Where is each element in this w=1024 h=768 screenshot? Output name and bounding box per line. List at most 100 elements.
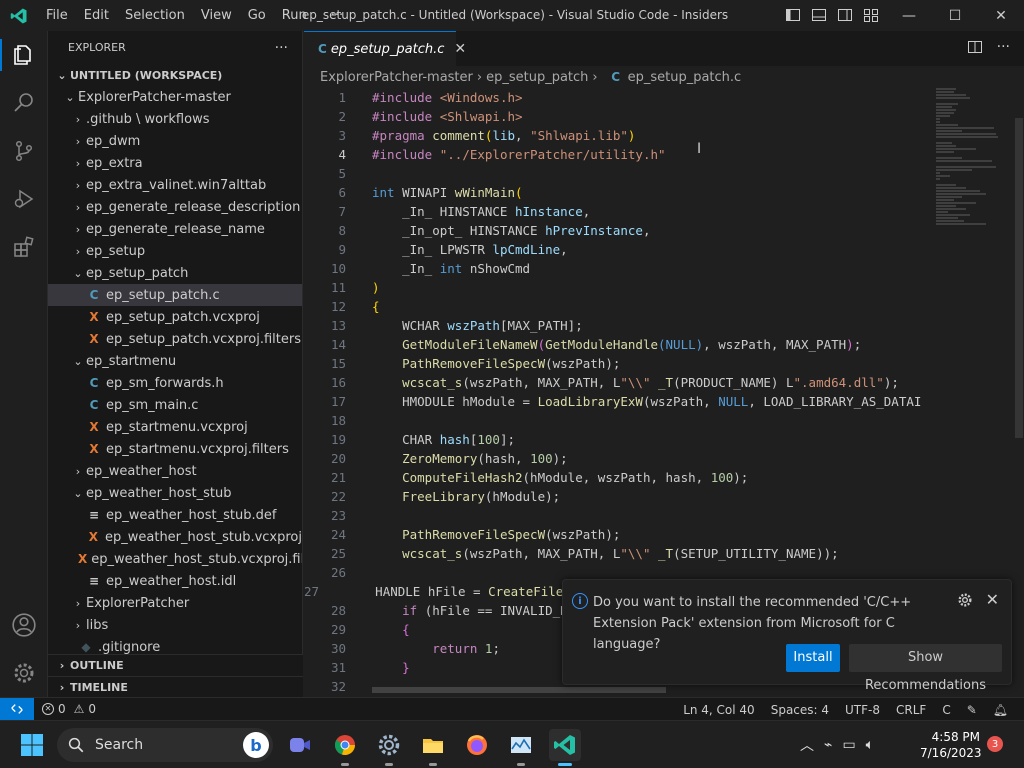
tree-item-label: ep_setup_patch.vcxproj.filters [106, 331, 301, 347]
close-notification-icon[interactable]: ✕ [986, 590, 999, 609]
breadcrumb: ExplorerPatcher-master › ep_setup_patch … [304, 66, 1024, 88]
end-of-line[interactable]: CRLF [888, 703, 934, 717]
toggle-panel-icon[interactable] [810, 6, 828, 24]
tree-item[interactable]: › ep_generate_release_description [48, 196, 302, 218]
search-icon[interactable] [0, 79, 48, 127]
minimap[interactable] [936, 88, 1012, 238]
more-actions-icon[interactable]: ··· [997, 39, 1010, 59]
install-button[interactable]: Install [786, 644, 840, 672]
menu-item-file[interactable]: File [38, 0, 76, 31]
window-controls: — ☐ ✕ [886, 0, 1024, 31]
show-recommendations-button[interactable]: Show Recommendations [849, 644, 1002, 693]
tree-item[interactable]: › ep_weather_host [48, 460, 302, 482]
bing-icon[interactable]: b [243, 732, 269, 758]
menu-item-selection[interactable]: Selection [117, 0, 193, 31]
menu-item-edit[interactable]: Edit [76, 0, 117, 31]
chrome-icon[interactable] [329, 729, 361, 766]
menu-item-go[interactable]: Go [240, 0, 274, 31]
tab-ep-setup-patch[interactable]: C ep_setup_patch.c ✕ [304, 31, 466, 66]
volume-icon[interactable]: 🔈︎ [866, 737, 874, 753]
tree-item[interactable]: › ExplorerPatcher [48, 592, 302, 614]
tree-item[interactable]: › ep_generate_release_name [48, 218, 302, 240]
code-line: 24 PathRemoveFileSpecW(wszPath); [330, 527, 621, 542]
vscode-insiders-taskbar-icon[interactable] [549, 729, 581, 766]
minimap-line [936, 151, 954, 153]
tree-item[interactable]: Xep_startmenu.vcxproj.filters [48, 438, 302, 460]
split-editor-icon[interactable] [967, 39, 983, 59]
firefox-icon[interactable] [461, 729, 493, 761]
tree-item[interactable]: › .github \ workflows [48, 108, 302, 130]
git-file-icon: ◆ [81, 640, 91, 654]
feedback-icon[interactable]: ✎ [959, 703, 985, 717]
breadcrumb-subfolder[interactable]: ep_setup_patch [486, 70, 588, 85]
tree-item[interactable]: ⌄ ep_weather_host_stub [48, 482, 302, 504]
tree-item[interactable]: ≡ ep_weather_host_stub.def [48, 504, 302, 526]
close-icon[interactable]: ✕ [978, 0, 1024, 31]
settings-icon[interactable] [373, 729, 405, 766]
tree-item[interactable]: ⌄ ep_startmenu [48, 350, 302, 372]
toggle-primary-sidebar-icon[interactable] [784, 6, 802, 24]
tree-item[interactable]: › ep_setup [48, 240, 302, 262]
text-file-icon: ≡ [88, 508, 100, 522]
tree-item[interactable]: ≡ ep_weather_host.idl [48, 570, 302, 592]
minimap-line [936, 160, 992, 162]
horizontal-scrollbar[interactable] [372, 687, 666, 693]
tree-item[interactable]: Cep_sm_forwards.h [48, 372, 302, 394]
gear-icon[interactable] [957, 592, 973, 612]
tree-item[interactable]: › ep_dwm [48, 130, 302, 152]
more-actions-icon[interactable]: ··· [275, 40, 288, 56]
customize-layout-icon[interactable] [862, 6, 880, 24]
encoding[interactable]: UTF-8 [837, 703, 888, 717]
cursor-position[interactable]: Ln 4, Col 40 [675, 703, 763, 717]
task-manager-icon[interactable] [505, 729, 537, 766]
scrollbar-thumb[interactable] [1015, 118, 1023, 438]
vertical-scrollbar[interactable] [1014, 88, 1024, 688]
explorer-icon[interactable] [0, 31, 48, 79]
breadcrumb-folder[interactable]: ExplorerPatcher-master [320, 70, 473, 85]
tree-item-label: ep_dwm [86, 133, 141, 149]
toggle-secondary-sidebar-icon[interactable] [836, 6, 854, 24]
tree-item[interactable]: Cep_setup_patch.c [48, 284, 302, 306]
chevron-up-icon[interactable]: ︿ [800, 735, 814, 755]
outline-section[interactable]: › OUTLINE [48, 654, 303, 676]
network-offline-icon[interactable]: ⌁ [824, 737, 832, 753]
tree-item[interactable]: Xep_setup_patch.vcxproj [48, 306, 302, 328]
tree-item[interactable]: › ep_extra [48, 152, 302, 174]
tree-item[interactable]: Cep_sm_main.c [48, 394, 302, 416]
file-explorer-icon[interactable] [417, 729, 449, 766]
run-debug-icon[interactable] [0, 175, 48, 223]
notification-badge[interactable]: 3 [987, 736, 1003, 752]
taskbar-clock[interactable]: 4:58 PM 7/16/2023 [920, 729, 982, 761]
source-control-icon[interactable] [0, 127, 48, 175]
timeline-section[interactable]: › TIMELINE [48, 676, 303, 698]
tree-item[interactable]: Xep_setup_patch.vcxproj.filters [48, 328, 302, 350]
language-mode[interactable]: C [934, 703, 958, 717]
minimap-line [936, 172, 940, 174]
tree-item[interactable]: ⌄ ExplorerPatcher-master [48, 86, 302, 108]
menu-item-view[interactable]: View [193, 0, 240, 31]
accounts-icon[interactable] [0, 601, 48, 649]
tree-item[interactable]: Xep_weather_host_stub.vcxproj.filters [48, 548, 302, 570]
manage-gear-icon[interactable] [0, 649, 48, 697]
workspace-header[interactable]: ⌄ UNTITLED (WORKSPACE) [48, 64, 302, 86]
breadcrumb-file[interactable]: ep_setup_patch.c [628, 70, 742, 85]
tree-item[interactable]: ⌄ ep_setup_patch [48, 262, 302, 284]
taskbar-search[interactable]: Search b [57, 728, 273, 762]
tree-item[interactable]: › libs [48, 614, 302, 636]
close-tab-icon[interactable]: ✕ [454, 41, 466, 57]
tree-item[interactable]: Xep_startmenu.vcxproj [48, 416, 302, 438]
tree-item[interactable]: › ep_extra_valinet.win7alttab [48, 174, 302, 196]
windows-start-icon[interactable] [20, 733, 44, 761]
minimize-icon[interactable]: — [886, 0, 932, 31]
remote-indicator-icon[interactable] [0, 697, 34, 721]
tree-item-label: .gitignore [98, 639, 161, 655]
notifications-bell-icon[interactable]: 🔔︎ [985, 703, 1016, 717]
meet-app-icon[interactable] [284, 729, 316, 761]
extensions-icon[interactable] [0, 223, 48, 271]
maximize-icon[interactable]: ☐ [932, 0, 978, 31]
problems-indicator[interactable]: ✕ 0 ⚠ 0 [34, 702, 96, 716]
tree-item-label: ep_extra [86, 155, 143, 171]
tree-item[interactable]: Xep_weather_host_stub.vcxproj [48, 526, 302, 548]
indentation[interactable]: Spaces: 4 [763, 703, 837, 717]
display-icon[interactable]: ▭ [842, 737, 855, 753]
